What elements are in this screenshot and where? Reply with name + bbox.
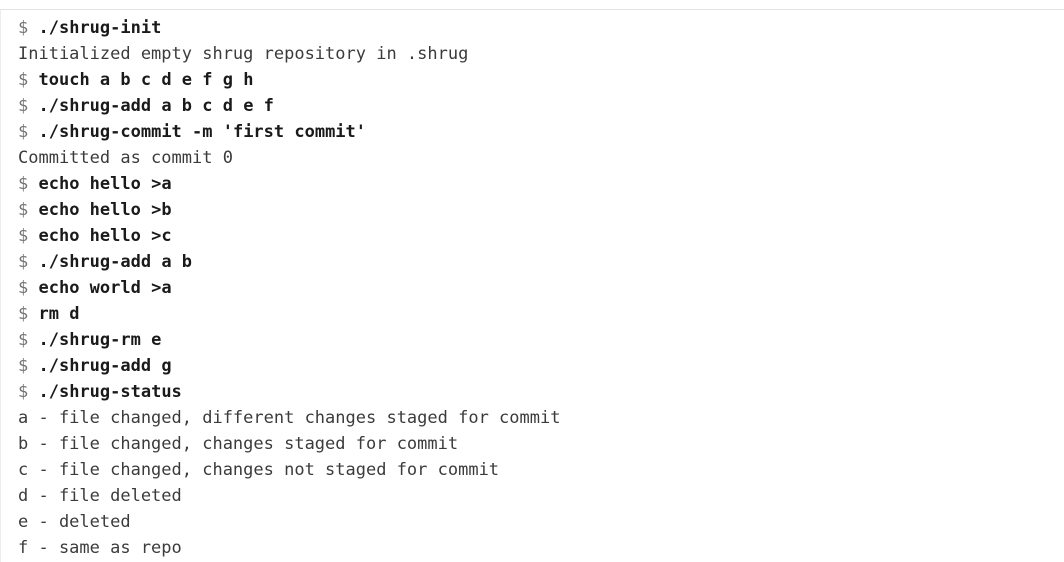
command-line: $ echo hello >b — [18, 197, 1064, 223]
command-text: echo hello >a — [38, 174, 172, 194]
command-line: $ echo hello >a — [18, 171, 1064, 197]
shell-prompt: $ — [18, 70, 29, 90]
command-line: $ ./shrug-commit -m 'first commit' — [18, 119, 1064, 145]
output-line: f - same as repo — [18, 538, 182, 558]
command-text: echo hello >c — [38, 226, 172, 246]
output-line: Initialized empty shrug repository in .s… — [18, 44, 469, 64]
command-text: ./shrug-add g — [38, 356, 172, 376]
command-line: $ ./shrug-status — [18, 379, 1064, 405]
shell-prompt: $ — [18, 278, 29, 298]
output-line: b - file changed, changes staged for com… — [18, 434, 459, 454]
shell-prompt: $ — [18, 226, 29, 246]
command-text: ./shrug-rm e — [38, 330, 162, 350]
shell-prompt: $ — [18, 252, 29, 272]
shell-prompt: $ — [18, 174, 29, 194]
command-line: $ ./shrug-add a b — [18, 249, 1064, 275]
output-line: d - file deleted — [18, 486, 182, 506]
shell-prompt: $ — [18, 356, 29, 376]
command-text: echo world >a — [38, 278, 172, 298]
command-line: $ echo hello >c — [18, 223, 1064, 249]
shell-prompt: $ — [18, 330, 29, 350]
command-line: $ ./shrug-rm e — [18, 327, 1064, 353]
command-text: ./shrug-add a b — [38, 252, 193, 272]
command-line: $ echo world >a — [18, 275, 1064, 301]
command-line: $ ./shrug-add a b c d e f — [18, 93, 1064, 119]
command-line: $ ./shrug-add g — [18, 353, 1064, 379]
shell-prompt: $ — [18, 122, 29, 142]
command-text: ./shrug-commit -m 'first commit' — [38, 122, 367, 142]
command-line: $ ./shrug-init — [18, 15, 1064, 41]
command-line: $ touch a b c d e f g h — [18, 67, 1064, 93]
shell-prompt: $ — [18, 18, 29, 38]
command-text: touch a b c d e f g h — [38, 70, 254, 90]
output-line: c - file changed, changes not staged for… — [18, 460, 500, 480]
command-text: rm d — [38, 304, 80, 324]
terminal-session-block: $ ./shrug-init Initialized empty shrug r… — [0, 9, 1064, 562]
shell-prompt: $ — [18, 304, 29, 324]
output-line: e - deleted — [18, 512, 131, 532]
output-line: a - file changed, different changes stag… — [18, 408, 561, 428]
shell-prompt: $ — [18, 200, 29, 220]
shell-prompt: $ — [18, 96, 29, 116]
command-text: ./shrug-add a b c d e f — [38, 96, 274, 116]
output-line: Committed as commit 0 — [18, 148, 233, 168]
command-text: ./shrug-init — [38, 18, 162, 38]
command-text: echo hello >b — [38, 200, 172, 220]
shell-prompt: $ — [18, 382, 29, 402]
command-text: ./shrug-status — [38, 382, 182, 402]
command-line: $ rm d — [18, 301, 1064, 327]
